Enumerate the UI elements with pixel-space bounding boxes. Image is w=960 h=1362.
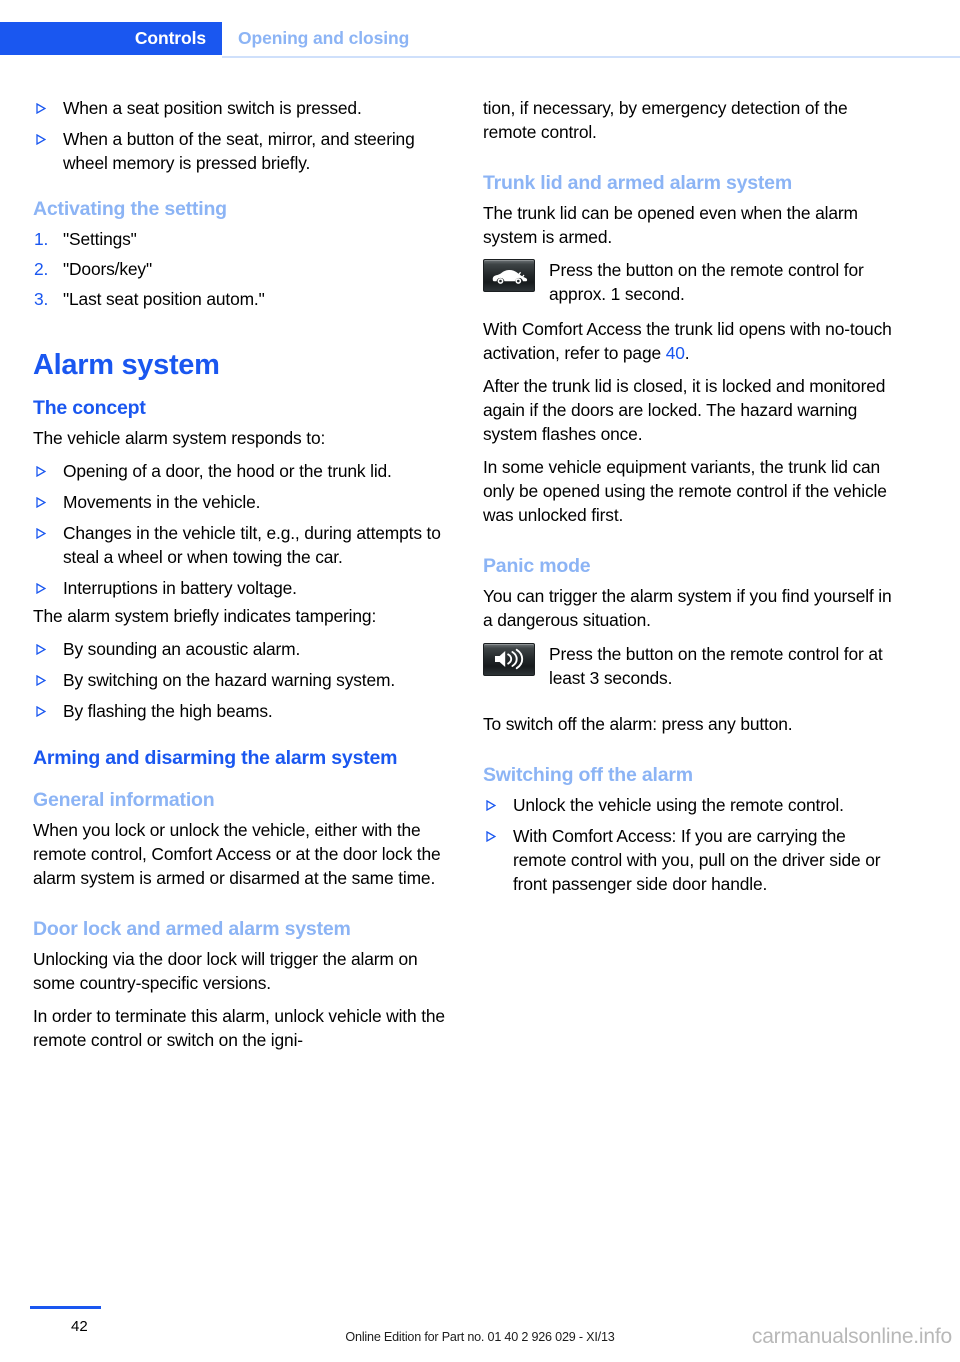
tampering-intro-text: The alarm system briefly indicates tampe… — [33, 606, 377, 627]
list-item-text: Changes in the vehicle tilt, e.g., durin… — [63, 522, 441, 567]
step-number: 3. — [34, 289, 49, 310]
list-item-text: When a seat position switch is pressed. — [63, 98, 362, 118]
list-item-text: By switching on the hazard warning syste… — [63, 670, 396, 691]
concept-intro-text: The vehicle alarm system responds to: — [33, 427, 326, 448]
list-item-text: Interruptions in battery voltage. — [63, 578, 297, 599]
page-cross-reference[interactable]: 40 — [666, 343, 685, 363]
top-bullet-list: When a seat position switch is pressed. … — [33, 96, 445, 175]
header-section-label: Opening and closing — [238, 28, 410, 48]
heading-panic-mode: Panic mode — [483, 555, 591, 578]
concept-bullet-list: Opening of a door, the hood or the trunk… — [33, 459, 445, 600]
triangle-bullet-icon — [36, 582, 47, 595]
heading-arming-and-disarming: Arming and disarming the alarm system — [33, 746, 398, 769]
comfort-access-text-after: . — [684, 342, 690, 363]
list-item-text: By flashing the high beams. — [63, 701, 273, 722]
list-item-text: "Last seat position autom." — [63, 289, 265, 310]
list-item-text: When a button of the seat, mirror, and s… — [63, 129, 415, 174]
triangle-bullet-icon — [36, 527, 47, 539]
site-watermark: carmanualsonline.info — [751, 1325, 952, 1348]
triangle-bullet-icon — [486, 799, 497, 811]
list-item: When a seat position switch is pressed. — [33, 96, 445, 120]
list-item-text: "Settings" — [63, 229, 137, 250]
list-item: With Comfort Access: If you are carrying… — [483, 824, 895, 896]
list-item: 1. "Settings" — [33, 227, 445, 251]
footer-rule — [30, 1306, 101, 1309]
list-item: By flashing the high beams. — [33, 699, 445, 723]
triangle-bullet-icon — [486, 830, 497, 842]
heading-switching-off-the-alarm: Switching off the alarm — [483, 763, 693, 786]
trunk-intro-text: The trunk lid can be opened even when th… — [483, 203, 858, 248]
list-item: Opening of a door, the hood or the trunk… — [33, 459, 445, 483]
header-chapter-label: Controls — [134, 28, 206, 48]
heading-activating-the-setting: Activating the setting — [33, 198, 227, 221]
heading-trunk-lid-armed-alarm: Trunk lid and armed alarm system — [483, 172, 792, 195]
triangle-bullet-icon — [36, 465, 47, 477]
list-item: 3. "Last seat position autom." — [33, 287, 445, 311]
list-item: When a button of the seat, mirror, and s… — [33, 127, 445, 175]
triangle-bullet-icon — [36, 102, 47, 115]
tampering-bullet-list: By sounding an acoustic alarm. By switch… — [33, 637, 445, 723]
horn-speaker-button-icon — [483, 642, 535, 676]
trunk-open-button-icon — [483, 259, 535, 293]
list-item-text: Movements in the vehicle. — [63, 491, 261, 512]
list-item-text: Unlock the vehicle using the remote cont… — [513, 794, 844, 815]
list-item: By switching on the hazard warning syste… — [33, 668, 445, 692]
page-title-alarm-system: Alarm system — [33, 348, 220, 381]
heading-general-information: General information — [33, 788, 215, 811]
door-lock-paragraph-1: Unlocking via the door lock will trigger… — [33, 948, 418, 993]
list-item-text: By sounding an acoustic alarm. — [63, 639, 301, 660]
heading-door-lock-armed-alarm: Door lock and armed alarm system — [33, 917, 351, 940]
list-item: Changes in the vehicle tilt, e.g., durin… — [33, 521, 445, 569]
triangle-bullet-icon — [36, 496, 47, 508]
step-number: 1. — [34, 229, 49, 250]
switching-off-bullet-list: Unlock the vehicle using the remote cont… — [483, 793, 895, 896]
activating-steps-list: 1. "Settings" 2. "Doors/key" 3. "Last se… — [33, 227, 445, 311]
list-item: Movements in the vehicle. — [33, 490, 445, 514]
comfort-access-paragraph: With Comfort Access the trunk lid opens … — [483, 317, 895, 365]
header-rule — [222, 56, 960, 58]
trunk-button-instruction-text: Press the button on the remote control f… — [549, 260, 864, 305]
after-closed-text: After the trunk lid is closed, it is loc… — [483, 375, 886, 444]
door-lock-paragraph-2: In order to terminate this alarm, unlock… — [33, 1005, 445, 1051]
continuation-text: tion, if necessary, by emergency detecti… — [483, 98, 848, 143]
variants-text: In some vehicle equipment variants, the … — [483, 457, 887, 526]
right-column: tion, if necessary, by emergency detecti… — [483, 96, 895, 900]
list-item: Unlock the vehicle using the remote cont… — [483, 793, 895, 817]
panic-intro-text: You can trigger the alarm system if you … — [483, 586, 892, 631]
switch-off-alarm-text: To switch off the alarm: press any butto… — [483, 713, 793, 734]
list-item-text: With Comfort Access: If you are carrying… — [513, 825, 881, 895]
list-item-text: "Doors/key" — [63, 259, 152, 280]
panic-button-instruction-text: Press the button on the remote control f… — [549, 643, 883, 688]
trunk-button-instruction-row: Press the button on the remote control f… — [483, 258, 895, 306]
step-number: 2. — [34, 259, 49, 280]
panic-button-instruction-row: Press the button on the remote control f… — [483, 642, 895, 690]
heading-the-concept: The concept — [33, 396, 146, 419]
triangle-bullet-icon — [36, 706, 47, 718]
general-information-text: When you lock or unlock the vehicle, eit… — [33, 819, 441, 888]
list-item: 2. "Doors/key" — [33, 257, 445, 281]
header-chapter-block: Controls — [0, 22, 222, 55]
triangle-bullet-icon — [36, 675, 47, 687]
list-item-text: Opening of a door, the hood or the trunk… — [63, 460, 392, 481]
left-column: When a seat position switch is pressed. … — [33, 96, 445, 1061]
list-item: By sounding an acoustic alarm. — [33, 637, 445, 661]
triangle-bullet-icon — [36, 644, 47, 656]
running-header: Controls Opening and closing — [0, 22, 960, 58]
triangle-bullet-icon — [36, 133, 47, 146]
list-item: Interruptions in battery voltage. — [33, 576, 445, 600]
